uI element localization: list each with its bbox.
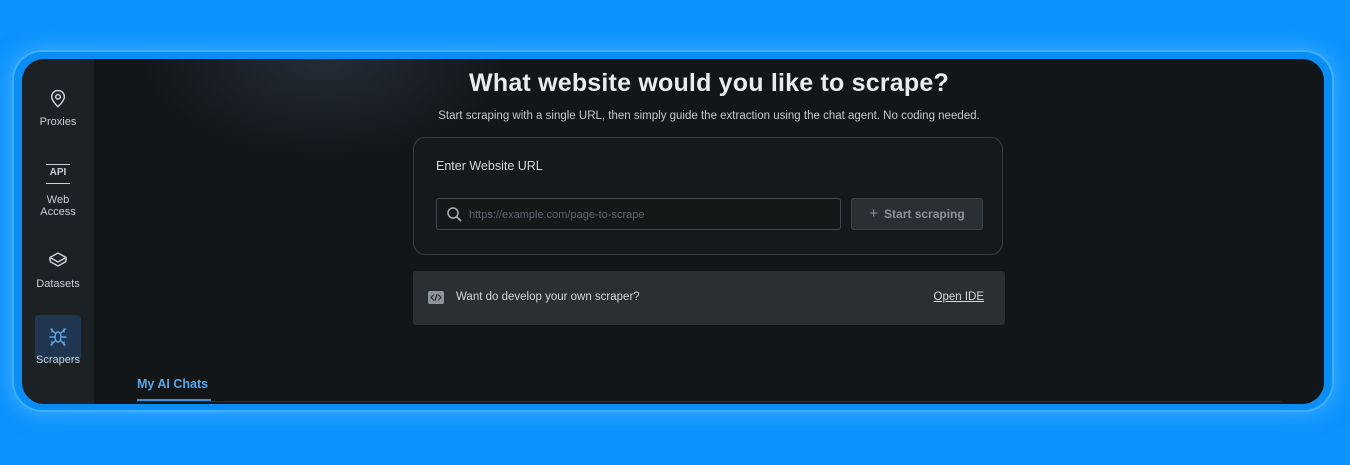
sidebar-item-proxies[interactable]: Proxies xyxy=(22,88,94,128)
url-card-label: Enter Website URL xyxy=(436,159,543,173)
spider-icon xyxy=(49,328,67,346)
start-scraping-label: Start scraping xyxy=(884,207,965,221)
page-title: What website would you like to scrape? xyxy=(469,69,949,97)
sidebar-item-label: Proxies xyxy=(39,116,77,128)
sidebar-item-label: Datasets xyxy=(36,278,80,290)
url-card: Enter Website URL + Start scraping xyxy=(413,137,1003,255)
tabs-divider xyxy=(137,401,1282,402)
layers-icon xyxy=(49,252,67,267)
open-ide-link[interactable]: Open IDE xyxy=(934,291,985,303)
page-subtitle: Start scraping with a single URL, then s… xyxy=(438,110,980,122)
api-icon: API xyxy=(46,164,70,184)
sidebar-item-web-access[interactable]: API Web Access xyxy=(22,164,94,218)
sidebar-item-label: Scrapers xyxy=(35,354,81,366)
sidebar: Proxies API Web Access Datasets Scrapers xyxy=(22,59,94,404)
sidebar-item-label: Web Access xyxy=(40,194,76,218)
sidebar-item-scrapers[interactable]: Scrapers xyxy=(22,326,94,366)
code-icon xyxy=(428,291,444,304)
main-content: What website would you like to scrape? S… xyxy=(94,59,1324,404)
plus-icon: + xyxy=(869,205,879,222)
app-window: Proxies API Web Access Datasets Scrapers… xyxy=(22,59,1324,404)
search-icon xyxy=(447,207,462,222)
url-input[interactable] xyxy=(467,199,831,231)
tab-my-ai-chats[interactable]: My AI Chats xyxy=(137,377,208,391)
url-field[interactable] xyxy=(436,198,841,231)
start-scraping-button[interactable]: + Start scraping xyxy=(851,198,983,230)
ide-banner: Want do develop your own scraper? Open I… xyxy=(413,271,1005,325)
location-pin-icon xyxy=(50,89,66,108)
sidebar-item-datasets[interactable]: Datasets xyxy=(22,250,94,290)
ide-banner-text: Want do develop your own scraper? xyxy=(456,291,640,303)
